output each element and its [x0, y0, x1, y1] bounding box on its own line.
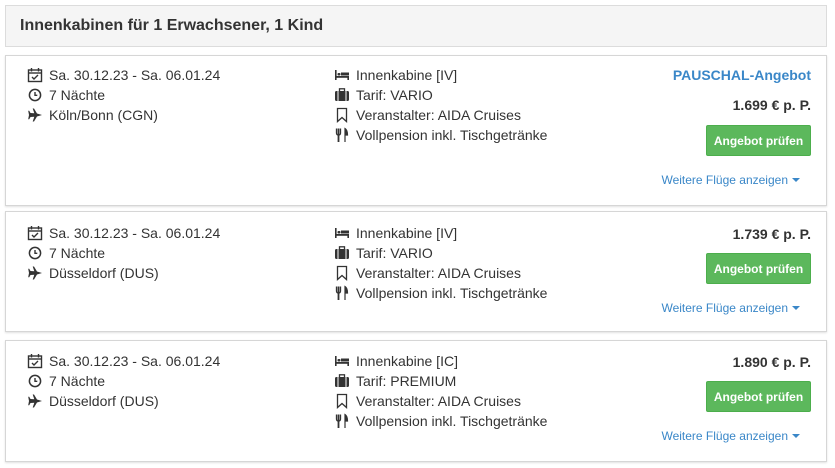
board-text: Vollpension inkl. Tischgetränke [356, 413, 548, 429]
tariff-text: Tarif: VARIO [356, 87, 433, 103]
cutlery-icon [334, 127, 350, 143]
cabin-type: Innenkabine [IC] [334, 351, 458, 371]
board: Vollpension inkl. Tischgetränke [334, 283, 547, 303]
caret-down-icon [792, 434, 800, 438]
departure-airport: Köln/Bonn (CGN) [27, 105, 158, 125]
board: Vollpension inkl. Tischgetränke [334, 125, 547, 145]
operator: Veranstalter: AIDA Cruises [334, 263, 521, 283]
cutlery-icon [334, 285, 350, 301]
cabin-text: Innenkabine [IV] [356, 225, 458, 241]
package-offer-badge: PAUSCHAL-Angebot [672, 67, 811, 83]
suitcase-icon [334, 373, 350, 389]
more-flights-link[interactable]: Weitere Flüge anzeigen [661, 429, 800, 443]
check-offer-button[interactable]: Angebot prüfen [706, 381, 811, 412]
offer-price: 1.890 € p. P. [732, 354, 811, 370]
nights-text: 7 Nächte [49, 87, 106, 103]
airport-text: Düsseldorf (DUS) [49, 393, 159, 409]
calendar-check-icon [27, 353, 43, 369]
departure-airport: Düsseldorf (DUS) [27, 391, 159, 411]
cabin-type: Innenkabine [IV] [334, 65, 457, 85]
travel-dates: Sa. 30.12.23 - Sa. 06.01.24 [27, 65, 220, 85]
clock-icon [27, 245, 43, 261]
travel-dates-text: Sa. 30.12.23 - Sa. 06.01.24 [49, 67, 221, 83]
cabin-text: Innenkabine [IV] [356, 67, 458, 83]
suitcase-icon [334, 245, 350, 261]
results-header: Innenkabinen für 1 Erwachsener, 1 Kind [5, 5, 827, 47]
airport-text: Düsseldorf (DUS) [49, 265, 159, 281]
board-text: Vollpension inkl. Tischgetränke [356, 285, 548, 301]
offer-price: 1.739 € p. P. [732, 226, 811, 242]
offer-price: 1.699 € p. P. [732, 97, 811, 113]
nights-text: 7 Nächte [49, 245, 106, 261]
departure-airport: Düsseldorf (DUS) [27, 263, 159, 283]
tariff-text: Tarif: VARIO [356, 245, 433, 261]
suitcase-icon [334, 87, 350, 103]
bed-icon [334, 225, 350, 241]
bookmark-icon [334, 265, 350, 281]
more-flights-label: Weitere Flüge anzeigen [661, 429, 788, 443]
offer-card: Sa. 30.12.23 - Sa. 06.01.24 7 Nächte Düs… [5, 340, 827, 462]
bed-icon [334, 67, 350, 83]
cutlery-icon [334, 413, 350, 429]
operator-text: Veranstalter: AIDA Cruises [356, 265, 521, 281]
caret-down-icon [792, 306, 800, 310]
results-title: Innenkabinen für 1 Erwachsener, 1 Kind [20, 17, 324, 34]
plane-icon [27, 265, 43, 281]
operator-text: Veranstalter: AIDA Cruises [356, 107, 521, 123]
tariff: Tarif: PREMIUM [334, 371, 456, 391]
travel-dates-text: Sa. 30.12.23 - Sa. 06.01.24 [49, 353, 221, 369]
more-flights-label: Weitere Flüge anzeigen [661, 173, 788, 187]
caret-down-icon [792, 178, 800, 182]
nights: 7 Nächte [27, 85, 105, 105]
board: Vollpension inkl. Tischgetränke [334, 411, 547, 431]
offer-card: Sa. 30.12.23 - Sa. 06.01.24 7 Nächte Düs… [5, 211, 827, 332]
tariff-text: Tarif: PREMIUM [356, 373, 457, 389]
clock-icon [27, 373, 43, 389]
tariff: Tarif: VARIO [334, 85, 433, 105]
nights: 7 Nächte [27, 371, 105, 391]
cabin-type: Innenkabine [IV] [334, 223, 457, 243]
operator: Veranstalter: AIDA Cruises [334, 391, 521, 411]
more-flights-link[interactable]: Weitere Flüge anzeigen [661, 173, 800, 187]
plane-icon [27, 393, 43, 409]
offer-card: Sa. 30.12.23 - Sa. 06.01.24 7 Nächte Köl… [5, 55, 827, 206]
calendar-check-icon [27, 225, 43, 241]
calendar-check-icon [27, 67, 43, 83]
check-offer-button[interactable]: Angebot prüfen [706, 125, 811, 156]
nights-text: 7 Nächte [49, 373, 106, 389]
operator: Veranstalter: AIDA Cruises [334, 105, 521, 125]
nights: 7 Nächte [27, 243, 105, 263]
bookmark-icon [334, 107, 350, 123]
bookmark-icon [334, 393, 350, 409]
bed-icon [334, 353, 350, 369]
operator-text: Veranstalter: AIDA Cruises [356, 393, 521, 409]
travel-dates: Sa. 30.12.23 - Sa. 06.01.24 [27, 351, 220, 371]
cabin-text: Innenkabine [IC] [356, 353, 458, 369]
travel-dates: Sa. 30.12.23 - Sa. 06.01.24 [27, 223, 220, 243]
tariff: Tarif: VARIO [334, 243, 433, 263]
more-flights-label: Weitere Flüge anzeigen [661, 301, 788, 315]
check-offer-button[interactable]: Angebot prüfen [706, 253, 811, 284]
board-text: Vollpension inkl. Tischgetränke [356, 127, 548, 143]
clock-icon [27, 87, 43, 103]
plane-icon [27, 107, 43, 123]
airport-text: Köln/Bonn (CGN) [49, 107, 158, 123]
travel-dates-text: Sa. 30.12.23 - Sa. 06.01.24 [49, 225, 221, 241]
more-flights-link[interactable]: Weitere Flüge anzeigen [661, 301, 800, 315]
